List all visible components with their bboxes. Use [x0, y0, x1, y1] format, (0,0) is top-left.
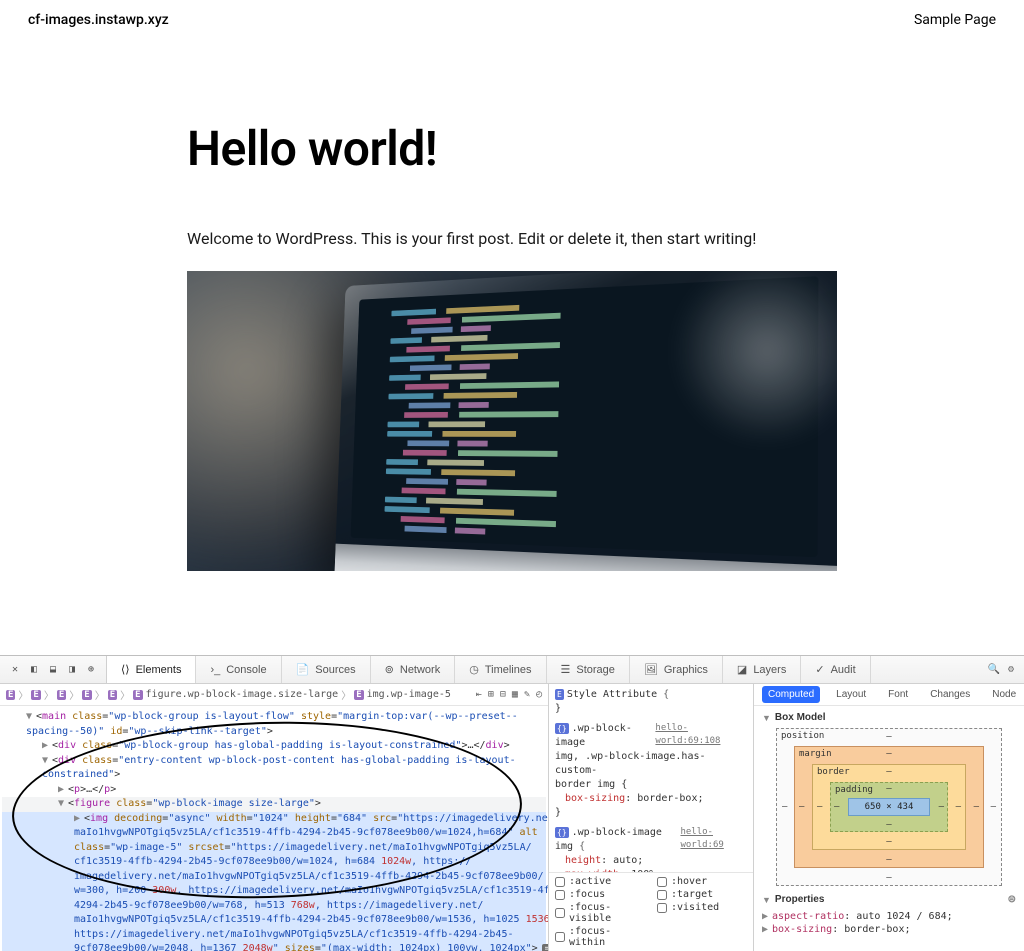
comp-tab-computed[interactable]: Computed	[762, 686, 820, 703]
box-model-diagram[interactable]: position – – – – margin – – – – border –	[776, 728, 1002, 886]
post-featured-image	[187, 271, 837, 571]
styles-panel: EStyle Attribute { } {}.wp-block-imagehe…	[549, 684, 754, 951]
settings-icon[interactable]: ⚙	[1008, 664, 1014, 675]
pseudo-target[interactable]: :target	[657, 888, 747, 901]
crumb-tool-icon[interactable]: ⊞	[488, 689, 494, 700]
dom-breadcrumb[interactable]: E〉 E〉 E〉 E〉 E〉 Efigure.wp-block-image.si…	[0, 684, 548, 706]
computed-tabbar: Computed Layout Font Changes Node Layers	[754, 684, 1024, 706]
pseudo-focus[interactable]: :focus	[555, 888, 645, 901]
tab-console[interactable]: ›_Console	[196, 656, 281, 683]
site-title[interactable]: cf-images.instawp.xyz	[28, 12, 169, 28]
crumb-tool-icon[interactable]: ⇤	[476, 689, 482, 700]
pseudo-visited[interactable]: :visited	[657, 901, 747, 914]
crumb-tool-icon[interactable]: ◴	[536, 689, 542, 700]
crumb-tool-icon[interactable]: ✎	[524, 689, 530, 700]
post-title: Hello world!	[187, 120, 837, 177]
comp-tab-node[interactable]: Node	[986, 686, 1022, 703]
selected-dom-node[interactable]: ▶<img decoding="async" width="1024" heig…	[2, 812, 546, 827]
comp-tab-changes[interactable]: Changes	[924, 686, 976, 703]
style-source-link[interactable]: hello-world:69:108	[655, 722, 747, 750]
crumb-tool-icon[interactable]: ⊟	[500, 689, 506, 700]
search-icon[interactable]: 🔍	[988, 664, 1000, 675]
comp-tab-layout[interactable]: Layout	[830, 686, 872, 703]
computed-panel: Computed Layout Font Changes Node Layers…	[754, 684, 1024, 951]
tab-audit[interactable]: ✓Audit	[801, 656, 870, 683]
tab-network[interactable]: ⊚Network	[371, 656, 456, 683]
tab-timelines[interactable]: ◷Timelines	[455, 656, 546, 683]
site-header: cf-images.instawp.xyz Sample Page	[0, 0, 1024, 40]
inspect-icon[interactable]: ⊕	[84, 663, 98, 677]
tab-storage[interactable]: ☰Storage	[547, 656, 630, 683]
devtools-panel: ✕ ◧ ⬓ ◨ ⊕ ⟨⟩Elements ›_Console 📄Sources …	[0, 655, 1024, 951]
tab-sources[interactable]: 📄Sources	[282, 656, 371, 683]
post-body-text: Welcome to WordPress. This is your first…	[187, 227, 837, 251]
style-source-link[interactable]: hello-world:69	[680, 826, 747, 854]
devtools-tabbar: ✕ ◧ ⬓ ◨ ⊕ ⟨⟩Elements ›_Console 📄Sources …	[0, 656, 1024, 684]
box-model-content-size: 650 × 434	[865, 802, 914, 812]
close-icon[interactable]: ✕	[8, 663, 22, 677]
dock-right-icon[interactable]: ◨	[65, 663, 79, 677]
pseudo-class-toggles: :active :focus :focus-visible :focus-wit…	[549, 872, 753, 951]
pseudo-focus-within[interactable]: :focus-within	[555, 925, 645, 949]
webpage-viewport: cf-images.instawp.xyz Sample Page Hello …	[0, 0, 1024, 655]
nav-link-sample-page[interactable]: Sample Page	[914, 12, 996, 28]
tab-layers[interactable]: ◪Layers	[723, 656, 801, 683]
crumb-tool-icon[interactable]: ▦	[512, 689, 518, 700]
pseudo-hover[interactable]: :hover	[657, 875, 747, 888]
dom-tree[interactable]: ▼<main class="wp-block-group is-layout-f…	[0, 706, 548, 951]
comp-tab-font[interactable]: Font	[882, 686, 914, 703]
dock-bottom-icon[interactable]: ⬓	[46, 663, 60, 677]
dock-left-icon[interactable]: ◧	[27, 663, 41, 677]
tab-graphics[interactable]: 🖼Graphics	[630, 656, 723, 683]
computed-properties-list[interactable]: ▶aspect-ratio: auto 1024 / 684; ▶box-siz…	[762, 910, 1016, 936]
pseudo-active[interactable]: :active	[555, 875, 645, 888]
post-content: Hello world! Welcome to WordPress. This …	[187, 40, 837, 571]
elements-panel: E〉 E〉 E〉 E〉 E〉 Efigure.wp-block-image.si…	[0, 684, 549, 951]
tab-elements[interactable]: ⟨⟩Elements	[107, 656, 196, 683]
pseudo-focus-visible[interactable]: :focus-visible	[555, 901, 645, 925]
